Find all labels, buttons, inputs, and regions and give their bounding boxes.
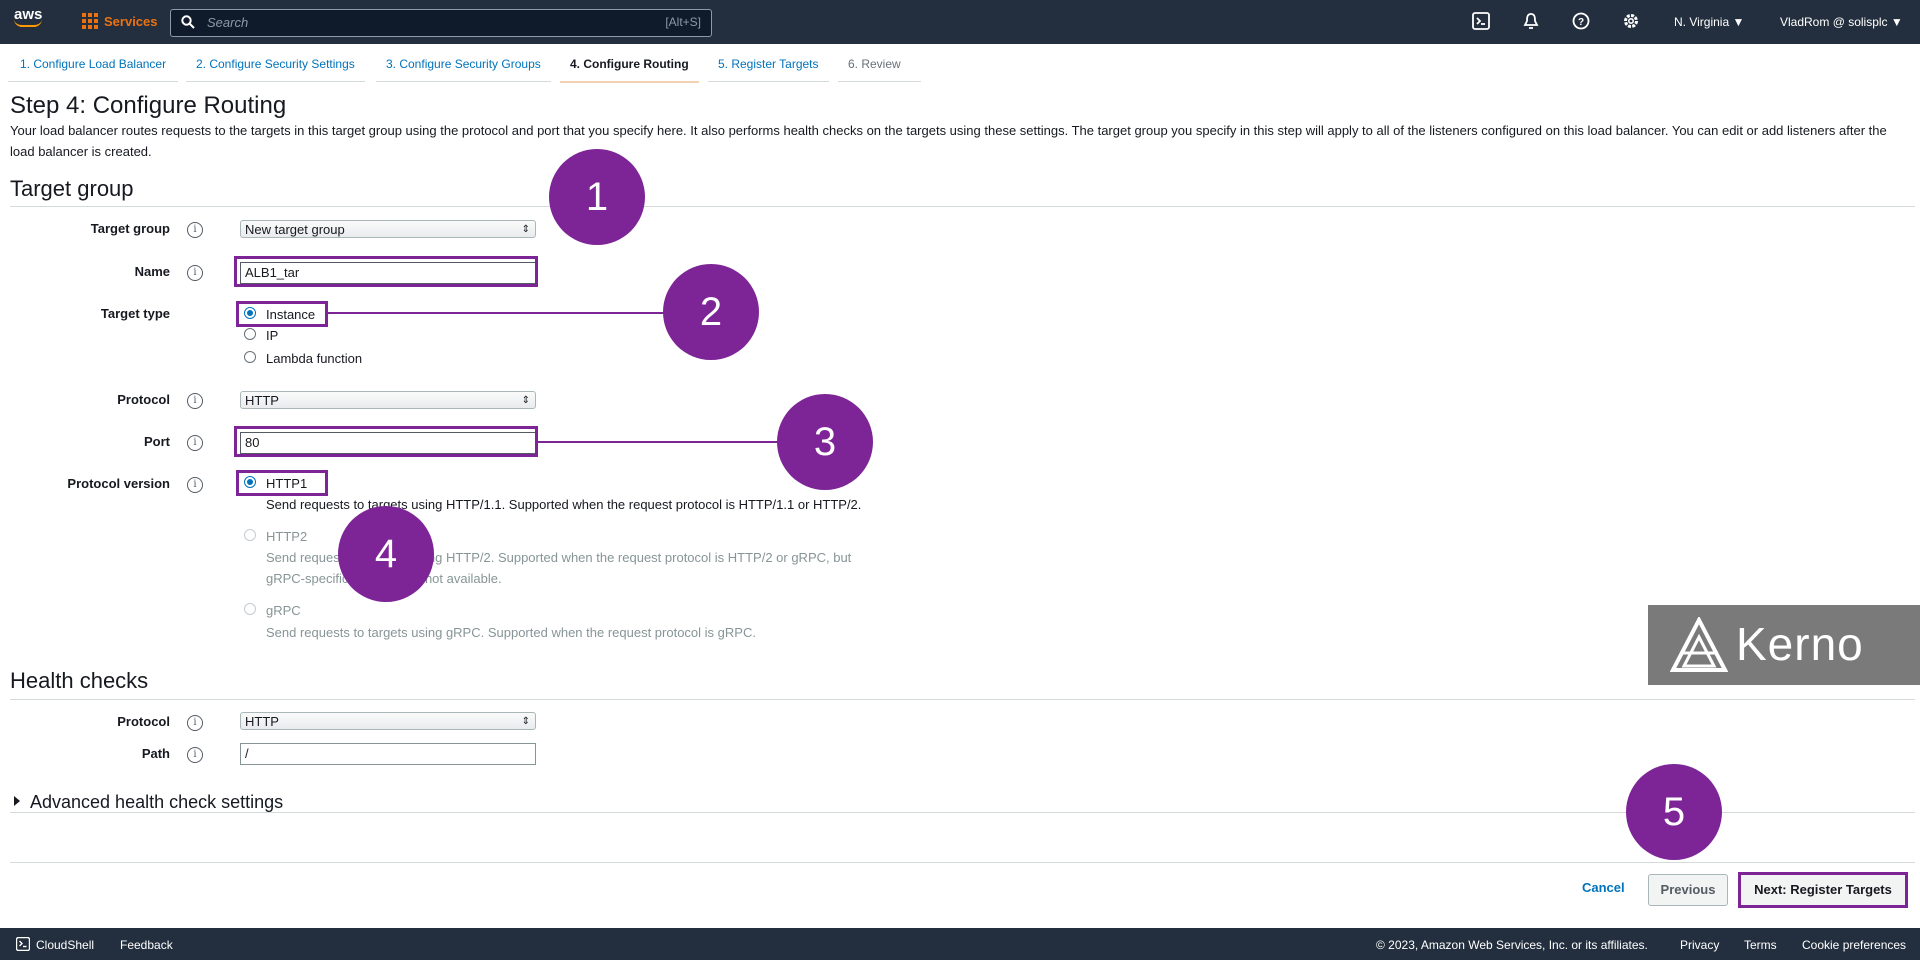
protocol-select-value: HTTP — [245, 393, 279, 408]
search-placeholder: Search — [207, 15, 249, 30]
hc-protocol-label: Protocol — [117, 714, 170, 729]
footer-cookie-preferences-link[interactable]: Cookie preferences — [1802, 938, 1906, 952]
port-label: Port — [144, 434, 170, 449]
radio-grpc — [244, 603, 256, 615]
search-input[interactable]: Search [Alt+S] — [170, 9, 712, 37]
section-divider — [10, 206, 1915, 207]
advanced-health-check-label: Advanced health check settings — [30, 792, 284, 812]
search-shortcut: [Alt+S] — [665, 15, 701, 29]
radio-ip[interactable] — [244, 328, 256, 340]
footer-copyright: © 2023, Amazon Web Services, Inc. or its… — [1376, 938, 1648, 952]
target-type-label: Target type — [100, 306, 170, 321]
select-arrows-icon: ⇕ — [521, 224, 530, 235]
grpc-description: Send requests to targets using gRPC. Sup… — [266, 625, 756, 640]
section-divider — [10, 699, 1915, 700]
annotation-badge-3: 3 — [777, 394, 873, 490]
step-configure-routing[interactable]: 4. Configure Routing — [560, 57, 699, 83]
radio-ip-label: IP — [266, 328, 279, 343]
advanced-health-check-toggle[interactable]: Advanced health check settings — [14, 792, 283, 813]
name-label: Name — [134, 264, 170, 279]
annotation-badge-4: 4 — [338, 506, 434, 602]
hc-protocol-select-value: HTTP — [245, 714, 279, 729]
target-group-section-title: Target group — [10, 176, 134, 201]
gear-icon[interactable] — [1622, 12, 1640, 30]
info-icon[interactable]: i — [187, 265, 203, 281]
step-register-targets[interactable]: 5. Register Targets — [708, 57, 829, 82]
wizard-steps: 1. Configure Load Balancer 2. Configure … — [0, 44, 1920, 83]
radio-lambda-label: Lambda function — [266, 351, 363, 366]
highlight-http1-radio — [236, 470, 328, 496]
footer-bar: CloudShell Feedback © 2023, Amazon Web S… — [0, 928, 1920, 960]
kerno-wordmark: Kerno — [1736, 618, 1864, 670]
select-arrows-icon: ⇕ — [521, 716, 530, 727]
highlight-port-input — [234, 426, 538, 457]
footer-terms-link[interactable]: Terms — [1744, 938, 1777, 952]
footer-cloudshell-link[interactable]: CloudShell — [36, 938, 94, 952]
annotation-badge-1: 1 — [549, 149, 645, 245]
radio-http2 — [244, 529, 256, 541]
footer-feedback-link[interactable]: Feedback — [120, 938, 173, 952]
select-arrows-icon: ⇕ — [521, 395, 530, 406]
aws-logo-text: aws — [14, 6, 43, 23]
hc-path-label: Path — [141, 746, 170, 761]
kerno-logo-icon — [1670, 617, 1728, 672]
info-icon[interactable]: i — [187, 477, 203, 493]
highlight-name-input — [234, 256, 538, 287]
protocol-label: Protocol — [117, 392, 170, 407]
kerno-watermark: Kerno — [1648, 605, 1920, 685]
services-menu[interactable]: Services — [82, 13, 158, 29]
annotation-connector — [328, 312, 664, 314]
http1-description: Send requests to targets using HTTP/1.1.… — [266, 497, 862, 512]
page-description: Your load balancer routes requests to th… — [10, 123, 1887, 159]
region-selector[interactable]: N. Virginia ▼ — [1674, 15, 1744, 29]
info-icon[interactable]: i — [187, 393, 203, 409]
hc-path-input[interactable]: / — [240, 743, 536, 765]
footer-privacy-link[interactable]: Privacy — [1680, 938, 1719, 952]
caret-right-icon — [14, 796, 20, 806]
page-title: Step 4: Configure Routing — [10, 92, 287, 119]
step-configure-security-settings[interactable]: 2. Configure Security Settings — [186, 57, 365, 82]
step-configure-security-groups[interactable]: 3. Configure Security Groups — [376, 57, 551, 82]
top-navigation-bar: aws Services Search [Alt+S] ? N. Virgini… — [0, 0, 1920, 44]
cloudshell-footer-icon[interactable] — [15, 936, 31, 954]
help-icon[interactable]: ? — [1572, 12, 1590, 30]
radio-grpc-label: gRPC — [266, 603, 301, 618]
grid-icon — [82, 13, 98, 29]
account-menu[interactable]: VladRom @ solisplc ▼ — [1780, 15, 1903, 29]
cloudshell-icon[interactable] — [1472, 12, 1490, 30]
protocol-select[interactable]: HTTP ⇕ — [240, 391, 536, 409]
protocol-version-label: Protocol version — [67, 476, 170, 491]
step-configure-load-balancer[interactable]: 1. Configure Load Balancer — [8, 57, 179, 82]
bell-icon[interactable] — [1522, 12, 1540, 30]
search-icon — [181, 15, 195, 32]
step-review: 6. Review — [838, 57, 921, 82]
info-icon[interactable]: i — [187, 715, 203, 731]
services-label: Services — [104, 13, 158, 29]
highlight-instance-radio — [236, 301, 328, 327]
info-icon[interactable]: i — [187, 222, 203, 238]
radio-http2-label: HTTP2 — [266, 529, 308, 544]
previous-button[interactable]: Previous — [1648, 874, 1728, 906]
target-group-select-value: New target group — [245, 222, 345, 237]
target-group-select[interactable]: New target group ⇕ — [240, 220, 536, 238]
radio-lambda[interactable] — [244, 351, 256, 363]
aws-logo[interactable]: aws — [14, 6, 43, 27]
info-icon[interactable]: i — [187, 435, 203, 451]
cancel-button[interactable]: Cancel — [1582, 880, 1625, 895]
hc-protocol-select[interactable]: HTTP ⇕ — [240, 712, 536, 730]
svg-text:?: ? — [1578, 17, 1584, 28]
section-divider — [10, 862, 1915, 863]
next-register-targets-button[interactable]: Next: Register Targets — [1738, 872, 1908, 908]
annotation-badge-2: 2 — [663, 264, 759, 360]
target-group-label: Target group — [90, 221, 170, 236]
health-checks-section-title: Health checks — [10, 668, 149, 693]
info-icon[interactable]: i — [187, 747, 203, 763]
annotation-badge-5: 5 — [1626, 764, 1722, 860]
annotation-connector — [538, 441, 778, 443]
